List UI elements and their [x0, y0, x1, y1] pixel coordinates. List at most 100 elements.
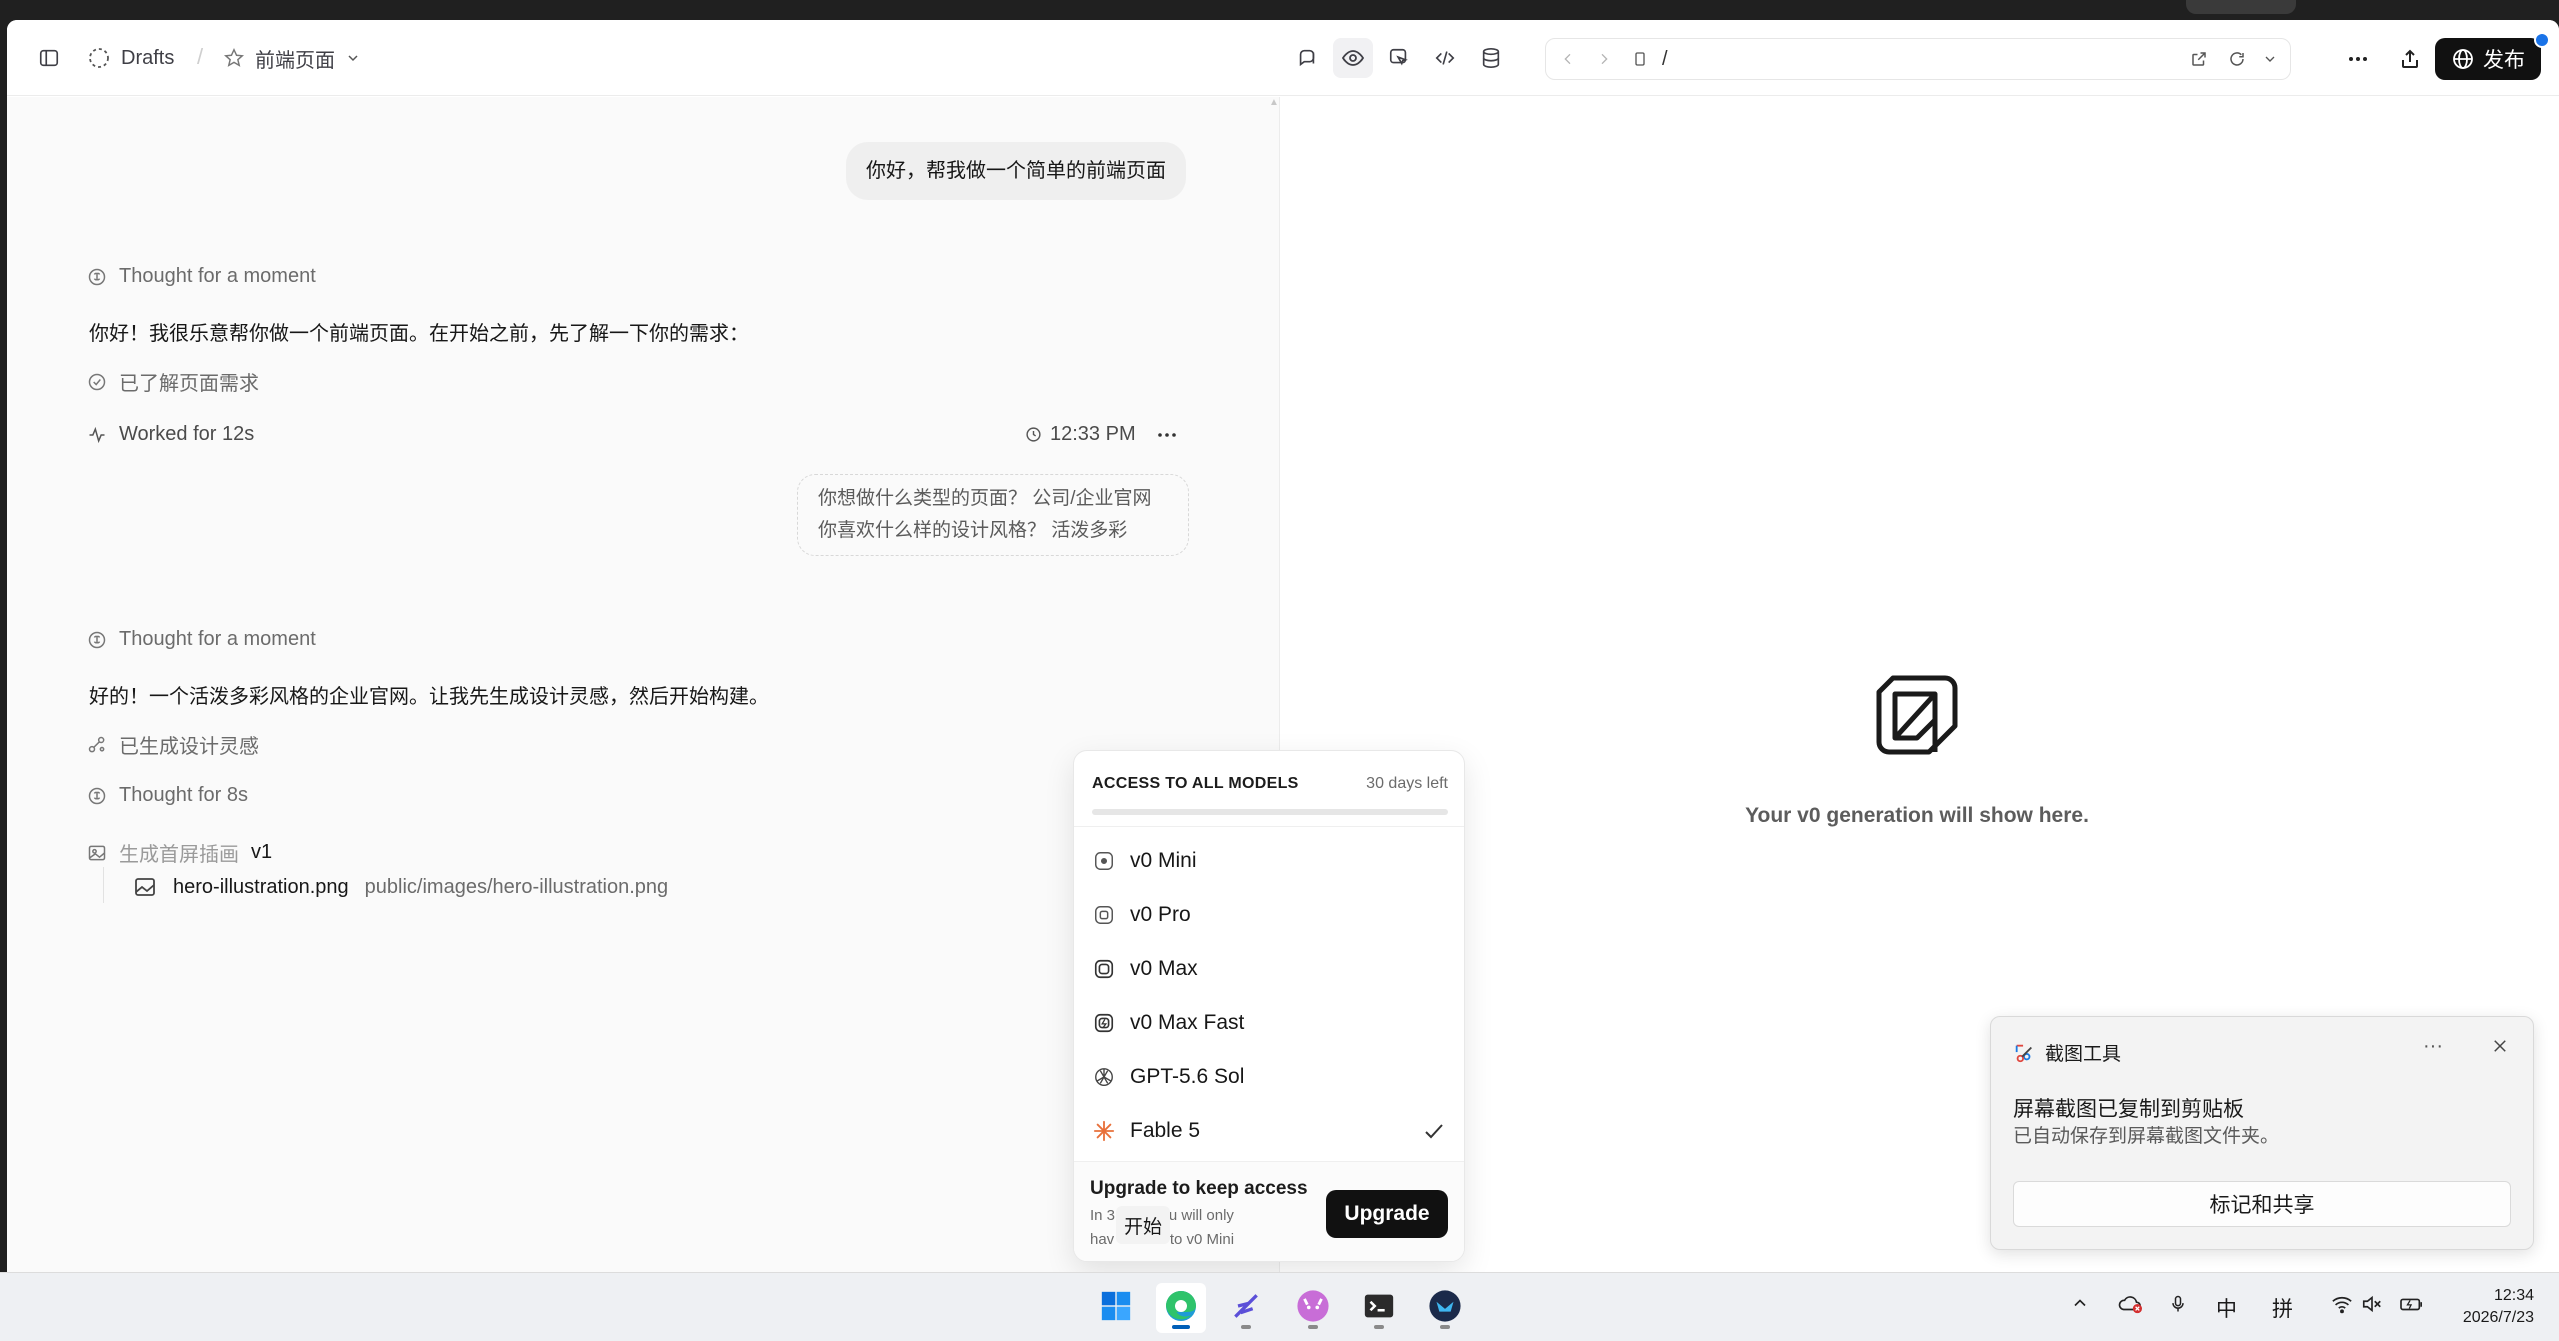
- step-label: 已了解页面需求: [119, 373, 259, 395]
- back-icon[interactable]: [1560, 39, 1576, 79]
- snip-app-name: 截图工具: [2045, 1044, 2122, 1065]
- model-option-fable-5[interactable]: Fable 5: [1074, 1104, 1464, 1158]
- taskbar-edge[interactable]: [1156, 1283, 1206, 1333]
- snip-app-header: 截图工具: [2013, 1039, 2121, 1066]
- star-icon[interactable]: [223, 47, 245, 69]
- device-icon[interactable]: [1632, 39, 1648, 79]
- forward-icon[interactable]: [1596, 39, 1612, 79]
- message-timestamp: 12:33 PM: [1025, 423, 1136, 446]
- thought-step-1[interactable]: Thought for a moment: [87, 265, 316, 288]
- running-indicator: [1440, 1325, 1450, 1329]
- taskbar-app-cat[interactable]: [1288, 1283, 1338, 1333]
- brain-icon: [87, 267, 107, 287]
- breadcrumb-project[interactable]: 前端页面: [223, 42, 361, 74]
- breadcrumb-drafts[interactable]: Drafts: [87, 42, 174, 74]
- ime-language[interactable]: 中: [2216, 1293, 2237, 1323]
- database-tab[interactable]: [1471, 38, 1511, 78]
- database-icon: [1480, 47, 1502, 69]
- code-tab[interactable]: [1425, 38, 1465, 78]
- snip-more-icon[interactable]: ···: [2423, 1035, 2443, 1058]
- step-label: 已生成设计灵感: [119, 736, 259, 758]
- step-generating[interactable]: 生成首屏插画 v1: [87, 838, 272, 867]
- message-actions-button[interactable]: [1155, 423, 1179, 447]
- eye-icon: [1341, 46, 1365, 70]
- running-indicator: [1374, 1325, 1384, 1329]
- preview-tab[interactable]: [1333, 38, 1373, 78]
- taskbar-app-bird[interactable]: [1420, 1283, 1470, 1333]
- share-button[interactable]: [2391, 40, 2429, 78]
- more-options-button[interactable]: [2339, 40, 2377, 78]
- version-label: v1: [251, 841, 273, 863]
- step-inspiration[interactable]: 已生成设计灵感: [87, 730, 259, 759]
- volume-muted-icon[interactable]: [2360, 1293, 2384, 1315]
- model-option-v0-pro[interactable]: v0 Pro: [1074, 888, 1464, 942]
- thought-step-2[interactable]: Thought for a moment: [87, 628, 316, 651]
- model-option-v0-max[interactable]: v0 Max: [1074, 942, 1464, 996]
- ellipsis-icon: [2346, 47, 2370, 71]
- image-icon: [87, 843, 107, 863]
- cat-app-icon: [1296, 1289, 1330, 1328]
- tray-chevron-up-icon[interactable]: [2070, 1293, 2090, 1313]
- markup-share-button[interactable]: 标记和共享: [2013, 1181, 2511, 1227]
- microphone-icon[interactable]: [2168, 1293, 2188, 1315]
- onedrive-error-icon[interactable]: [2118, 1293, 2144, 1315]
- scroll-up-indicator[interactable]: ▲: [1269, 97, 1279, 117]
- ellipsis-icon: [1155, 423, 1179, 447]
- model-option-v0-max-fast[interactable]: v0 Max Fast: [1074, 996, 1464, 1050]
- design-mode-tab[interactable]: [1379, 38, 1419, 78]
- upgrade-desc-part: In 3: [1090, 1207, 1116, 1224]
- url-path[interactable]: /: [1662, 39, 1668, 79]
- publish-button[interactable]: 发布: [2435, 38, 2541, 80]
- model-option-v0-mini[interactable]: v0 Mini: [1074, 834, 1464, 888]
- sidebar-icon: [38, 47, 60, 69]
- wifi-icon[interactable]: [2330, 1293, 2354, 1315]
- start-tooltip: 开始: [1116, 1206, 1170, 1244]
- trial-progress-bar: [1092, 809, 1448, 815]
- upload-share-icon: [2398, 47, 2422, 71]
- refresh-icon[interactable]: [2228, 39, 2246, 79]
- system-clock[interactable]: 12:34 2026/7/23: [2442, 1285, 2534, 1329]
- file-path: public/images/hero-illustration.png: [364, 875, 669, 898]
- model-label: v0 Mini: [1130, 849, 1197, 872]
- battery-charging-icon[interactable]: [2398, 1293, 2426, 1315]
- user-message-bubble: 你好，帮我做一个简单的前端页面: [846, 142, 1186, 200]
- clock-time: 12:34: [2493, 1287, 2534, 1304]
- thought-step-3[interactable]: Thought for 8s: [87, 784, 248, 807]
- globe-icon: [2451, 47, 2475, 71]
- chat-bubble-button[interactable]: [1287, 38, 1327, 78]
- bird-app-icon: [1428, 1289, 1462, 1328]
- running-indicator: [1308, 1325, 1318, 1329]
- chevron-down-icon: [345, 50, 361, 66]
- divider: [1074, 826, 1464, 827]
- thought-label: Thought for a moment: [119, 265, 316, 287]
- sidebar-toggle-button[interactable]: [33, 42, 65, 74]
- access-title: ACCESS TO ALL MODELS: [1092, 775, 1299, 792]
- feather-pen-icon: [1230, 1290, 1262, 1327]
- browser-profile-pill[interactable]: [2186, 0, 2296, 14]
- taskbar-terminal[interactable]: [1354, 1283, 1404, 1333]
- worked-step[interactable]: Worked for 12s: [87, 423, 254, 446]
- dashed-circle-icon: [87, 46, 111, 70]
- url-chevron-down-icon[interactable]: [2262, 39, 2278, 79]
- model-label: v0 Max: [1130, 957, 1198, 980]
- notification-dot: [2534, 32, 2550, 48]
- close-icon[interactable]: [2491, 1037, 2509, 1060]
- v0-logo-icon: [1873, 672, 1961, 760]
- taskbar-app-pen[interactable]: [1221, 1283, 1271, 1333]
- snip-title: 屏幕截图已复制到剪贴板: [2013, 1098, 2244, 1121]
- running-indicator: [1241, 1325, 1251, 1329]
- generated-file-row[interactable]: hero-illustration.png public/images/hero…: [133, 875, 668, 899]
- open-external-icon[interactable]: [2190, 39, 2208, 79]
- model-option-gpt[interactable]: GPT-5.6 Sol: [1074, 1050, 1464, 1104]
- model-label: Fable 5: [1130, 1119, 1201, 1142]
- app-header: Drafts / 前端页面 / 发布: [7, 20, 2559, 96]
- upgrade-button[interactable]: Upgrade: [1326, 1190, 1448, 1238]
- answer-line: 你想做什么类型的页面？ 公司/企业官网: [818, 488, 1152, 509]
- sparkle-nodes-icon: [87, 735, 107, 755]
- breadcrumb-separator: /: [197, 44, 204, 69]
- brain-icon: [87, 786, 107, 806]
- v0-mini-icon: [1092, 849, 1116, 873]
- step-understood[interactable]: 已了解页面需求: [87, 367, 259, 396]
- ime-mode[interactable]: 拼: [2272, 1293, 2293, 1323]
- start-button[interactable]: [1091, 1283, 1141, 1333]
